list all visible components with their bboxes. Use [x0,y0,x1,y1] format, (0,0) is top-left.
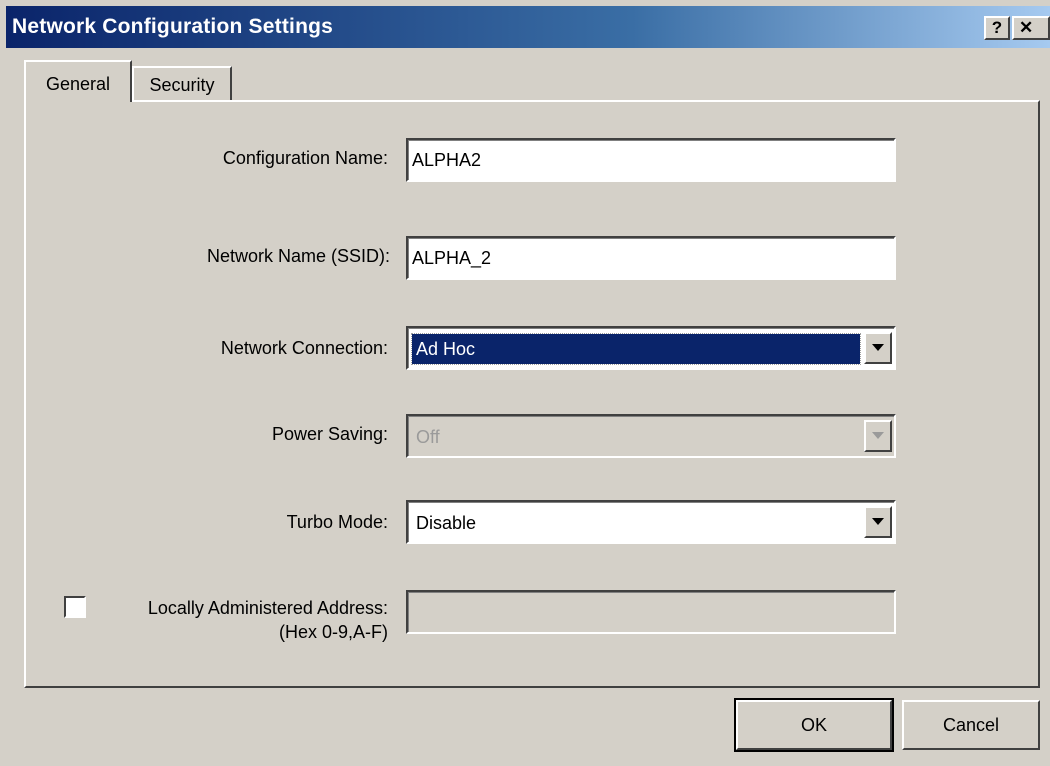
tab-security[interactable]: Security [132,66,232,102]
tab-general[interactable]: General [24,60,132,102]
title-bar[interactable]: Network Configuration Settings ? ✕ [6,6,1050,48]
close-button[interactable]: ✕ [1012,16,1050,40]
laa-label: Locally Administered Address: [147,598,388,618]
turbo-mode-label: Turbo Mode: [286,512,388,532]
turbo-mode-dropdown-button[interactable] [864,506,892,538]
turbo-mode-value: Disable [416,513,477,533]
config-name-input[interactable]: ALPHA2 [406,138,896,182]
close-icon: ✕ [1019,18,1034,37]
chevron-down-icon [872,518,884,525]
turbo-mode-select[interactable]: Disable [406,500,896,544]
ok-button[interactable]: OK [734,698,894,752]
network-connection-select[interactable]: Ad Hoc [406,326,896,370]
config-name-label: Configuration Name: [222,148,388,168]
laa-hint-label: (Hex 0-9,A-F) [278,622,388,642]
chevron-down-icon [872,432,884,439]
help-icon: ? [991,18,1003,37]
network-connection-dropdown-button[interactable] [864,332,892,364]
power-saving-select: Off [406,414,896,458]
power-saving-value: Off [416,427,440,447]
laa-input [406,590,896,634]
chevron-down-icon [872,344,884,351]
window-title: Network Configuration Settings [12,15,333,38]
network-connection-label: Network Connection: [220,338,388,358]
help-button[interactable]: ? [984,16,1010,40]
power-saving-dropdown-button [864,420,892,452]
network-connection-value: Ad Hoc [411,333,861,365]
ssid-label: Network Name (SSID): [206,246,390,266]
cancel-button[interactable]: Cancel [902,700,1040,750]
power-saving-label: Power Saving: [271,424,388,444]
network-config-dialog: Network Configuration Settings ? ✕ Gener… [0,0,1050,766]
laa-checkbox[interactable] [64,596,86,618]
ssid-input[interactable]: ALPHA_2 [406,236,896,280]
